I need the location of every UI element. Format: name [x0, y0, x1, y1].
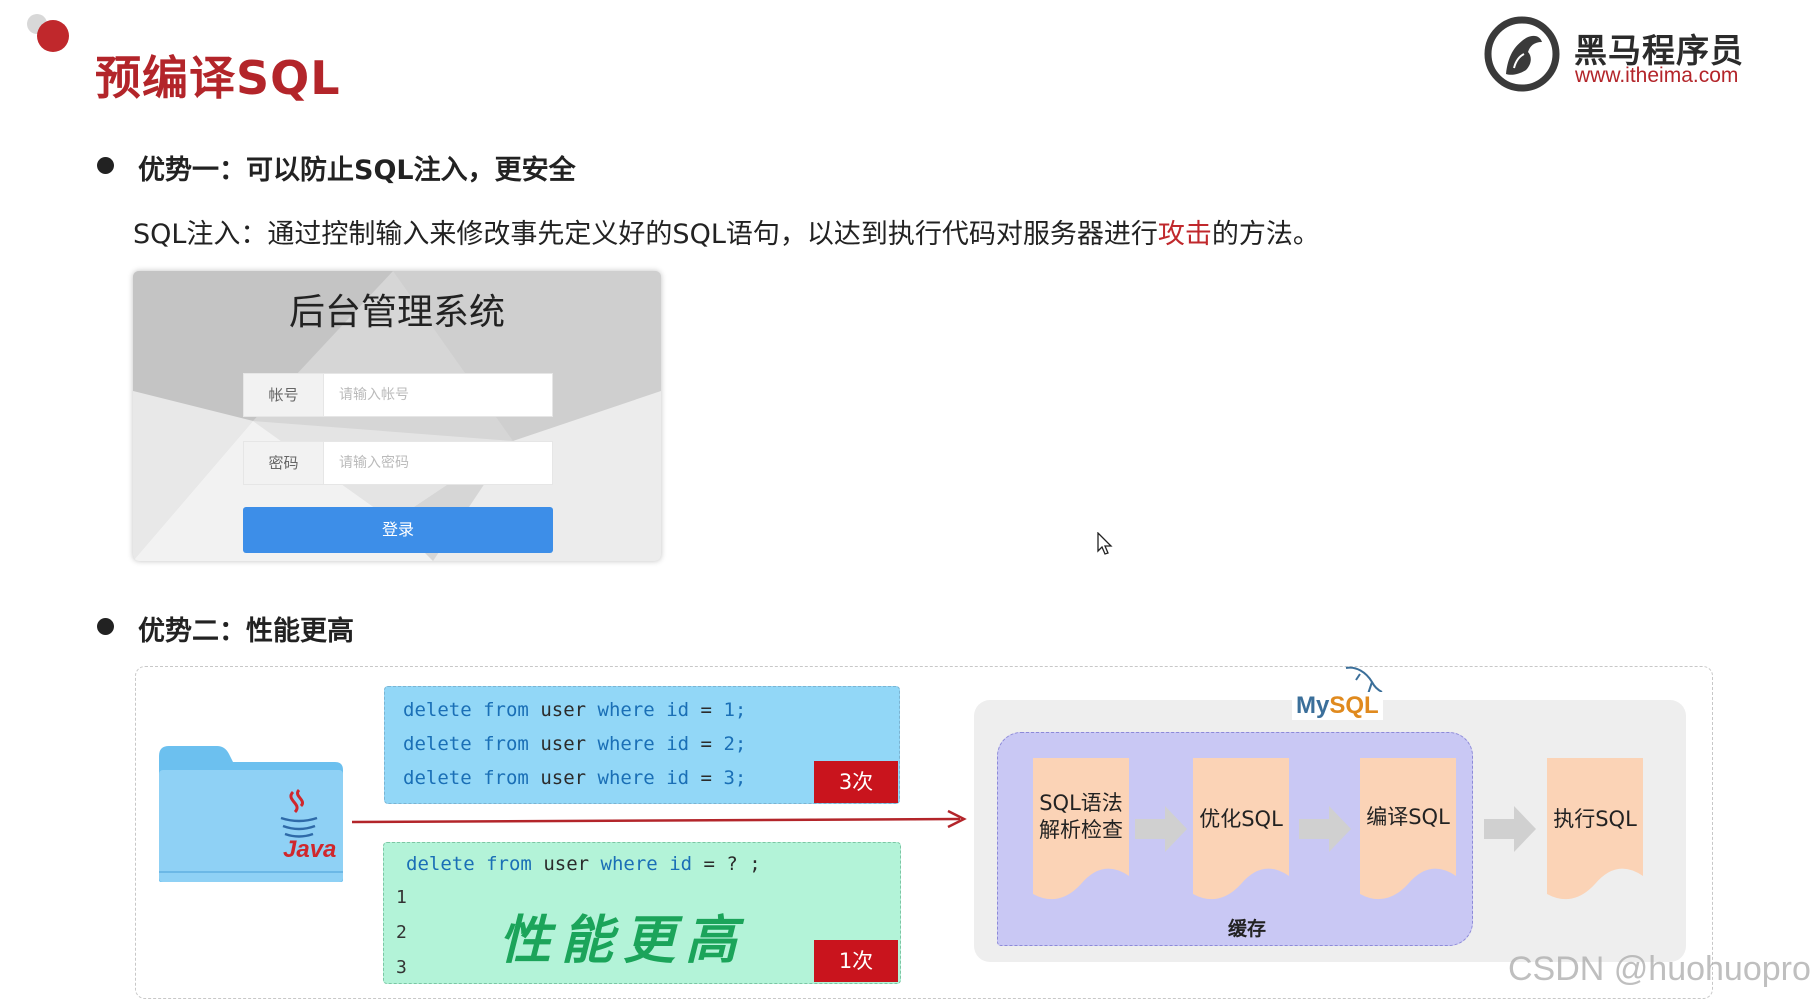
description-highlight: 攻击 [1157, 219, 1212, 250]
brand-logo: 黑马程序员 www.itheima.com [1484, 16, 1744, 92]
password-field[interactable]: 密码 请输入密码 [243, 441, 553, 485]
code-line: delete from user where id = 2; [403, 733, 747, 755]
step-compile: 编译SQL [1360, 758, 1456, 914]
execution-count-badge: 1次 [814, 940, 898, 982]
step-label: 解析检查 [1039, 818, 1123, 842]
java-label: Java [283, 836, 337, 863]
line-number: 1 [396, 887, 407, 908]
brand-url: www.itheima.com [1575, 64, 1739, 87]
description-text: SQL注入：通过控制输入来修改事先定义好的SQL语句，以达到执行代码对服务器进行 [133, 219, 1158, 250]
step-label: 执行SQL [1553, 807, 1637, 831]
horse-logo-icon [1484, 16, 1560, 92]
watermark: CSDN @huohuopro [1508, 950, 1811, 988]
password-input-placeholder: 请输入密码 [339, 455, 409, 471]
account-label: 帐号 [244, 374, 324, 416]
description-text-end: 的方法。 [1211, 219, 1320, 250]
code-line: delete from user where id = 1; [403, 699, 747, 721]
advantage-two-heading: 优势二：性能更高 [138, 616, 354, 647]
mouse-cursor-icon [1097, 532, 1113, 555]
login-screenshot: 后台管理系统 帐号 请输入帐号 密码 请输入密码 登录 [133, 271, 661, 561]
bullet-dot [97, 157, 114, 174]
step-arrow-icon [1484, 806, 1536, 852]
sql-injection-description: SQL注入：通过控制输入来修改事先定义好的SQL语句，以达到执行代码对服务器进行… [133, 212, 1320, 251]
bullet-dot [97, 618, 114, 635]
mysql-logo: MySQL [1292, 692, 1383, 720]
cache-label: 缓存 [1228, 918, 1267, 940]
execution-count-badge: 3次 [814, 761, 898, 803]
step-label: SQL语法 [1039, 791, 1123, 815]
step-arrow-icon [1135, 806, 1187, 852]
step-arrow-icon [1299, 806, 1351, 852]
line-number: 3 [396, 957, 407, 978]
step-syntax-check: SQL语法解析检查 [1033, 758, 1129, 914]
decorative-dot-red [37, 20, 69, 52]
account-input-placeholder: 请输入帐号 [339, 387, 409, 403]
step-execute: 执行SQL [1547, 758, 1643, 914]
step-optimize: 优化SQL [1193, 758, 1289, 914]
page-title: 预编译SQL [95, 51, 341, 105]
login-button[interactable]: 登录 [243, 507, 553, 553]
performance-text: 性能更高 [499, 910, 748, 971]
advantage-one-heading: 优势一：可以防止SQL注入，更安全 [138, 155, 576, 186]
prepared-code-line: delete from user where id = ? ; [406, 853, 761, 875]
password-label: 密码 [244, 442, 324, 484]
step-label: 优化SQL [1199, 807, 1283, 831]
code-line: delete from user where id = 3; [403, 767, 747, 789]
login-system-title: 后台管理系统 [288, 292, 505, 333]
step-label: 编译SQL [1366, 805, 1450, 829]
line-number: 2 [396, 922, 407, 943]
flow-arrow [351, 809, 967, 829]
account-field[interactable]: 帐号 请输入帐号 [243, 373, 553, 417]
